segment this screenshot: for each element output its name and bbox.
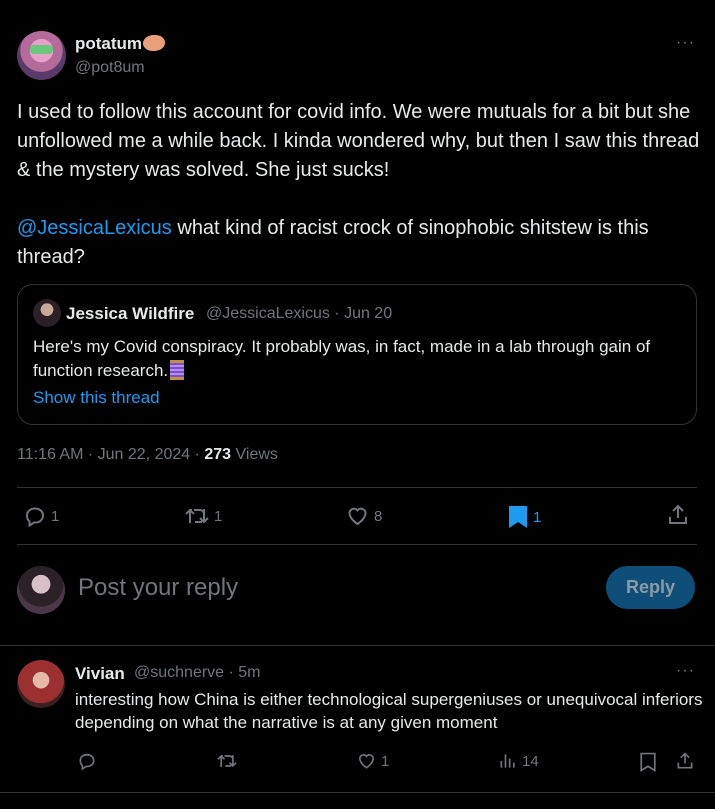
reply-icon (79, 753, 95, 771)
share-action-button[interactable] (666, 503, 690, 527)
repost-action-button[interactable]: 1 (184, 504, 222, 528)
reply-author-meta[interactable]: @suchnerve · 5m (134, 664, 261, 682)
reply-author-avatar[interactable] (17, 660, 65, 708)
reply-count: 1 (51, 507, 60, 525)
mention-link[interactable]: @JessicaLexicus (17, 217, 172, 239)
show-thread-link[interactable]: Show this thread (33, 388, 160, 408)
author-avatar[interactable] (17, 31, 66, 80)
quoted-tweet-card[interactable]: Jessica Wildfire @JessicaLexicus · Jun 2… (17, 284, 697, 425)
reply-views-button[interactable]: 14 (498, 751, 539, 771)
reply-input[interactable]: Post your reply (78, 574, 238, 602)
divider (17, 544, 697, 545)
current-user-avatar[interactable] (17, 566, 65, 614)
tweet-timestamp: 11:16 AM · Jun 22, 2024 · 273 Views (17, 446, 278, 464)
reply-repost-button[interactable] (216, 751, 238, 771)
reply-more-options-icon[interactable]: ··· (676, 662, 695, 680)
bookmark-action-button[interactable]: 1 (507, 504, 541, 530)
analytics-icon (500, 754, 515, 768)
quoted-author-meta: @JessicaLexicus · Jun 20 (206, 305, 393, 322)
tweet-paragraph: I used to follow this account for covid … (17, 101, 700, 181)
reply-action-button[interactable]: 1 (23, 504, 59, 528)
reply-share-button[interactable] (675, 751, 695, 771)
divider (0, 645, 715, 646)
quoted-author-name: Jessica Wildfire (66, 304, 195, 323)
heart-icon (348, 507, 367, 526)
reply-text: interesting how China is either technolo… (75, 690, 703, 732)
tweet-text: I used to follow this account for covid … (17, 98, 702, 272)
thread-spool-icon (170, 360, 185, 380)
views-label: Views (231, 446, 278, 463)
bookmark-filled-icon (509, 506, 527, 528)
heart-icon (358, 754, 375, 769)
repost-icon (185, 508, 209, 524)
like-action-button[interactable]: 8 (345, 504, 382, 528)
quoted-tweet-text: Here's my Covid conspiracy. It probably … (33, 337, 651, 380)
more-options-icon[interactable]: ··· (676, 34, 695, 52)
divider (17, 487, 697, 488)
tweet-paragraph-mention: @JessicaLexicus what kind of racist croc… (17, 214, 702, 272)
reply-bookmark-button[interactable] (638, 751, 658, 773)
reply-button[interactable]: Reply (606, 566, 695, 609)
author-handle[interactable]: @pot8um (75, 59, 145, 77)
repost-count: 1 (214, 507, 223, 525)
reply-reply-button[interactable] (77, 751, 97, 771)
timestamp-text[interactable]: 11:16 AM · Jun 22, 2024 · (17, 446, 204, 463)
views-count: 273 (204, 446, 232, 463)
reply-icon (25, 507, 45, 528)
reply-view-count: 14 (522, 752, 539, 770)
share-icon (677, 752, 693, 769)
share-icon (669, 504, 687, 524)
reply-author-name[interactable]: Vivian (75, 664, 125, 684)
reply-like-button[interactable]: 1 (356, 751, 389, 771)
quoted-author-avatar (33, 299, 61, 327)
like-count: 8 (374, 507, 383, 525)
repost-icon (217, 754, 237, 768)
reply-like-count: 1 (381, 752, 390, 770)
author-display-name[interactable]: potatum (75, 34, 166, 54)
divider (0, 792, 715, 793)
bookmark-icon (640, 752, 656, 772)
bookmark-count: 1 (533, 508, 542, 526)
potato-emoji-icon (143, 35, 166, 51)
